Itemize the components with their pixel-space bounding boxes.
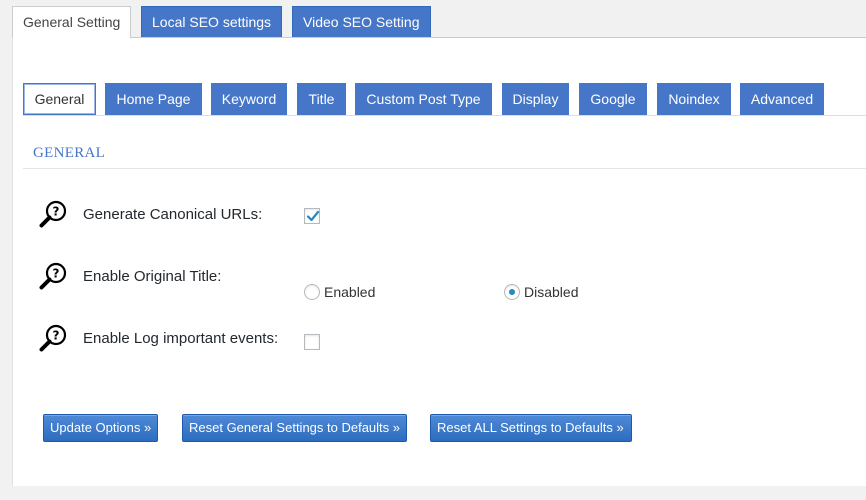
subtab-home-page[interactable]: Home Page (105, 83, 202, 115)
svg-text:?: ? (53, 329, 60, 343)
radio-disabled-label: Disabled (524, 284, 579, 300)
setting-row-log-events: ? Enable Log important events: (13, 324, 866, 356)
tab-video-seo-setting[interactable]: Video SEO Setting (292, 6, 431, 38)
subtab-custom-post-type[interactable]: Custom Post Type (355, 83, 492, 115)
subtab-noindex[interactable]: Noindex (657, 83, 731, 115)
radio-enabled[interactable] (304, 284, 320, 300)
update-options-button[interactable]: Update Options » (43, 414, 158, 442)
setting-row-canonical: ? Generate Canonical URLs: (13, 200, 866, 232)
section-divider (23, 168, 866, 169)
tab-general-setting[interactable]: General Setting (12, 6, 131, 39)
help-icon[interactable]: ? (39, 324, 67, 354)
svg-text:?: ? (53, 267, 60, 281)
original-title-label: Enable Original Title: (83, 268, 222, 285)
subtab-display[interactable]: Display (502, 83, 569, 115)
section-title: GENERAL (33, 145, 106, 161)
radio-disabled[interactable] (504, 284, 520, 300)
help-icon[interactable]: ? (39, 262, 67, 292)
canonical-label: Generate Canonical URLs: (83, 206, 263, 223)
subtab-general[interactable]: General (23, 83, 96, 115)
setting-row-original-title: ? Enable Original Title: Enabled Disable… (13, 262, 866, 300)
reset-all-button[interactable]: Reset ALL Settings to Defaults » (430, 414, 632, 442)
log-events-label: Enable Log important events: (83, 330, 279, 347)
help-icon[interactable]: ? (39, 200, 67, 230)
canonical-checkbox[interactable] (304, 208, 320, 224)
radio-enabled-label: Enabled (324, 284, 376, 300)
subtab-divider (23, 115, 866, 116)
svg-text:?: ? (53, 205, 60, 219)
log-events-checkbox[interactable] (304, 334, 320, 350)
subtab-google[interactable]: Google (579, 83, 647, 115)
radio-selected-dot (509, 289, 515, 295)
tab-local-seo-settings[interactable]: Local SEO settings (141, 6, 282, 38)
subtab-keyword[interactable]: Keyword (211, 83, 287, 115)
subtab-advanced[interactable]: Advanced (740, 83, 824, 115)
subtab-title[interactable]: Title (297, 83, 346, 115)
settings-panel: General Home Page Keyword Title Custom P… (12, 37, 866, 486)
reset-general-button[interactable]: Reset General Settings to Defaults » (182, 414, 407, 442)
